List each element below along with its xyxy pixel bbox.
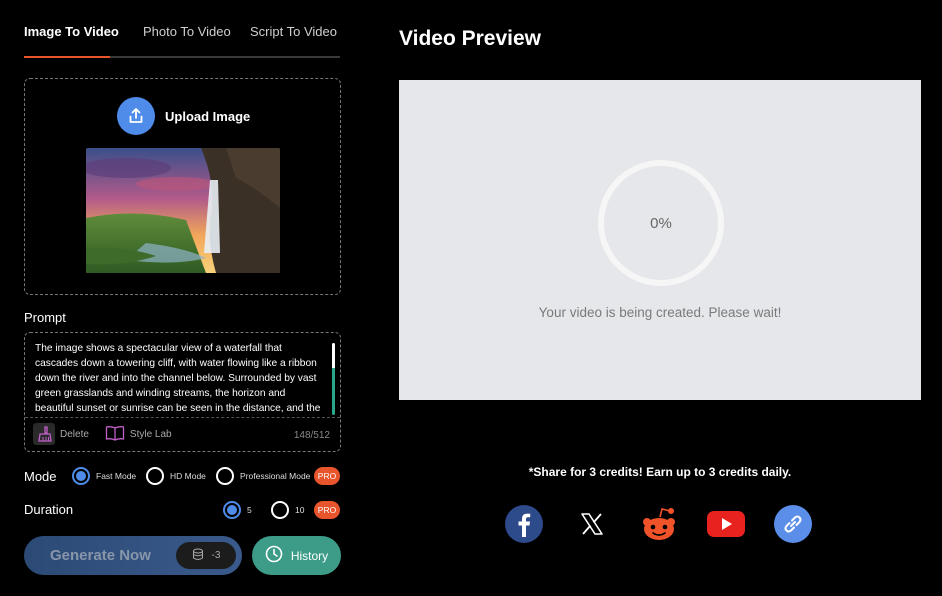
char-count: 148/512 [293,430,330,441]
generate-now-label: Generate Now [50,547,151,564]
hd-mode-radio[interactable]: HD Mode [146,467,206,485]
duration-5-label: 5 [247,505,252,515]
history-label: History [290,548,329,563]
tab-image-to-video[interactable]: Image To Video [24,24,119,39]
prompt-divider [25,417,340,418]
style-lab-label: Style Lab [129,428,172,440]
pro-badge: PRO [314,467,340,485]
uploaded-image-thumbnail [86,148,280,273]
youtube-icon[interactable] [706,504,746,544]
hd-mode-label: HD Mode [170,471,206,481]
x-icon[interactable] [572,504,612,544]
radio-unselected [271,501,289,519]
duration-10-label: 10 [295,505,305,515]
fast-mode-radio[interactable]: Fast Mode [72,467,136,485]
progress-ring: 0% [598,160,724,286]
mode-label: Mode [24,469,57,484]
book-icon [105,425,125,444]
radio-selected [72,467,90,485]
generate-now-button[interactable]: Generate Now -3 [24,536,242,575]
progress-percent: 0% [650,214,672,232]
tab-script-to-video[interactable]: Script To Video [250,24,337,39]
tab-photo-to-video[interactable]: Photo To Video [143,24,231,39]
duration-5-radio[interactable]: 5 [223,501,252,519]
prompt-label: Prompt [24,310,66,325]
prompt-scrollbar[interactable] [332,343,335,415]
credit-cost: -3 [176,542,236,569]
status-message: Your video is being created. Please wait… [538,305,782,320]
history-button[interactable]: History [252,536,341,575]
radio-unselected [216,467,234,485]
reddit-icon[interactable] [639,504,679,544]
facebook-icon[interactable] [504,504,544,544]
radio-unselected [146,467,164,485]
professional-mode-label: Professional Mode [240,471,311,481]
prompt-box: The image shows a spectacular view of a … [24,332,341,452]
pro-badge: PRO [314,501,340,519]
video-preview-panel: 0% Your video is being created. Please w… [399,80,921,400]
delete-label: Delete [60,428,89,440]
fast-mode-label: Fast Mode [96,471,137,481]
upload-area[interactable]: Upload Image [24,78,341,295]
upload-image-button[interactable]: Upload Image [117,97,250,135]
professional-mode-radio[interactable]: Professional Mode [216,467,310,485]
link-icon[interactable] [773,504,813,544]
credit-cost-value: -3 [211,550,221,561]
duration-10-radio[interactable]: 10 [271,501,304,519]
prompt-textarea[interactable]: The image shows a spectacular view of a … [35,341,325,417]
radio-selected [223,501,241,519]
coin-stack-icon [192,548,204,564]
active-tab-indicator [24,56,110,58]
video-preview-title: Video Preview [399,27,542,50]
upload-icon [117,97,155,135]
mode-tabs: Image To Video Photo To Video Script To … [24,18,340,58]
upload-image-label: Upload Image [165,108,251,124]
broom-icon [33,423,55,445]
delete-button[interactable]: Delete [33,423,89,445]
duration-label: Duration [24,502,74,517]
clock-icon [265,545,283,566]
style-lab-button[interactable]: Style Lab [105,425,172,444]
prompt-toolbar: Delete Style Lab [33,423,182,445]
share-credits-text: *Share for 3 credits! Earn up to 3 credi… [528,465,792,479]
